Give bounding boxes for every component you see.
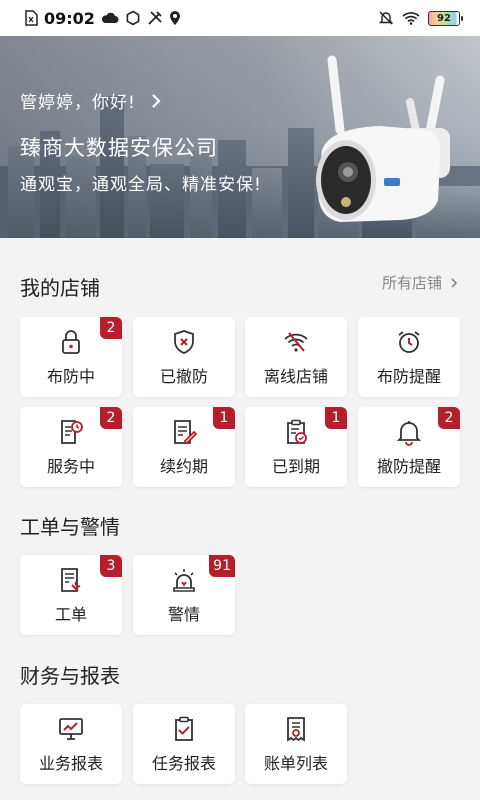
finance-card-bill-list[interactable]: 账单列表 <box>245 704 347 784</box>
store-card-label: 撤防提醒 <box>376 457 441 476</box>
store-card-label: 离线店铺 <box>263 367 328 386</box>
company-slogan: 通观宝，通观全局、精准安保! <box>20 175 262 195</box>
count-badge: 1 <box>325 407 347 429</box>
hero-banner: 管婷婷，你好! 臻商大数据安保公司 通观宝，通观全局、精准安保! <box>0 36 480 238</box>
finance-card-business-report[interactable]: 业务报表 <box>20 704 122 784</box>
order-card-label: 工单 <box>54 605 87 624</box>
status-bar: 09:02 92 <box>0 0 480 36</box>
order-card-work-order[interactable]: 工单 3 <box>20 555 122 635</box>
finance-card-label: 账单列表 <box>263 754 328 773</box>
store-card-label: 服务中 <box>46 457 95 476</box>
store-card-label: 已到期 <box>271 457 320 476</box>
finance-card-label: 任务报表 <box>151 754 216 773</box>
wifi-off-icon <box>284 332 308 352</box>
count-badge: 2 <box>100 317 122 339</box>
greeting-link[interactable]: 管婷婷，你好! <box>20 88 162 113</box>
siren-icon <box>173 569 195 592</box>
chevron-right-icon <box>451 277 458 288</box>
battery-indicator: 92 <box>428 10 463 26</box>
store-card-label: 布防中 <box>46 367 95 386</box>
order-card-label: 警情 <box>167 605 200 624</box>
cloud-icon <box>101 12 119 23</box>
order-card-alarm[interactable]: 警情 91 <box>133 555 235 635</box>
clipboard-check-icon <box>175 716 193 741</box>
store-card-disarm-reminder[interactable]: 撤防提醒 2 <box>358 407 460 487</box>
alarm-clock-icon <box>398 331 420 353</box>
store-card-in-service[interactable]: 服务中 2 <box>20 407 122 487</box>
clipboard-clock-icon <box>287 419 307 444</box>
section-title-stores: 我的店铺 <box>20 276 100 300</box>
store-card-renewal[interactable]: 续约期 1 <box>133 407 235 487</box>
wifi-icon <box>402 12 420 25</box>
count-badge: 2 <box>438 407 460 429</box>
store-card-expired[interactable]: 已到期 1 <box>245 407 347 487</box>
all-stores-label: 所有店铺 <box>381 274 442 292</box>
store-card-label: 布防提醒 <box>376 367 441 386</box>
finance-card-label: 业务报表 <box>38 754 103 773</box>
company-name: 臻商大数据安保公司 <box>20 136 218 160</box>
store-card-disarmed[interactable]: 已撤防 <box>133 317 235 397</box>
lock-icon <box>62 330 80 354</box>
all-stores-link[interactable]: 所有店铺 <box>382 272 458 293</box>
store-card-label: 续约期 <box>159 457 208 476</box>
doc-clock-icon <box>61 420 83 444</box>
store-card-label: 已撤防 <box>159 367 208 386</box>
work-order-icon <box>61 568 81 592</box>
sim-card-icon <box>25 10 38 26</box>
count-badge: 2 <box>100 407 122 429</box>
store-card-armed[interactable]: 布防中 2 <box>20 317 122 397</box>
hexagon-icon <box>126 10 140 26</box>
mute-bell-icon <box>378 11 394 25</box>
store-card-offline[interactable]: 离线店铺 <box>245 317 347 397</box>
location-pin-icon <box>169 11 180 25</box>
chevron-right-icon <box>152 93 161 108</box>
chart-monitor-icon <box>59 718 83 740</box>
finance-card-task-report[interactable]: 任务报表 <box>133 704 235 784</box>
section-title-orders: 工单与警情 <box>20 515 120 539</box>
security-camera-image <box>316 55 450 222</box>
count-badge: 91 <box>209 555 235 577</box>
section-title-finance: 财务与报表 <box>20 664 120 688</box>
doc-pen-icon <box>174 420 198 444</box>
count-badge: 3 <box>100 555 122 577</box>
bill-list-icon <box>287 717 305 742</box>
dashboard-content: 我的店铺 所有店铺 布防中 2 已撤防 离线店铺 布防提醒 服务中 2 续约期 … <box>0 238 480 800</box>
shield-x-icon <box>174 330 194 354</box>
battery-level: 92 <box>437 12 451 24</box>
count-badge: 1 <box>213 407 235 429</box>
status-time: 09:02 <box>44 8 95 28</box>
greeting-text: 管婷婷，你好! <box>20 93 136 113</box>
store-card-arm-reminder[interactable]: 布防提醒 <box>358 317 460 397</box>
bell-icon <box>396 421 422 446</box>
tools-icon <box>148 11 162 25</box>
